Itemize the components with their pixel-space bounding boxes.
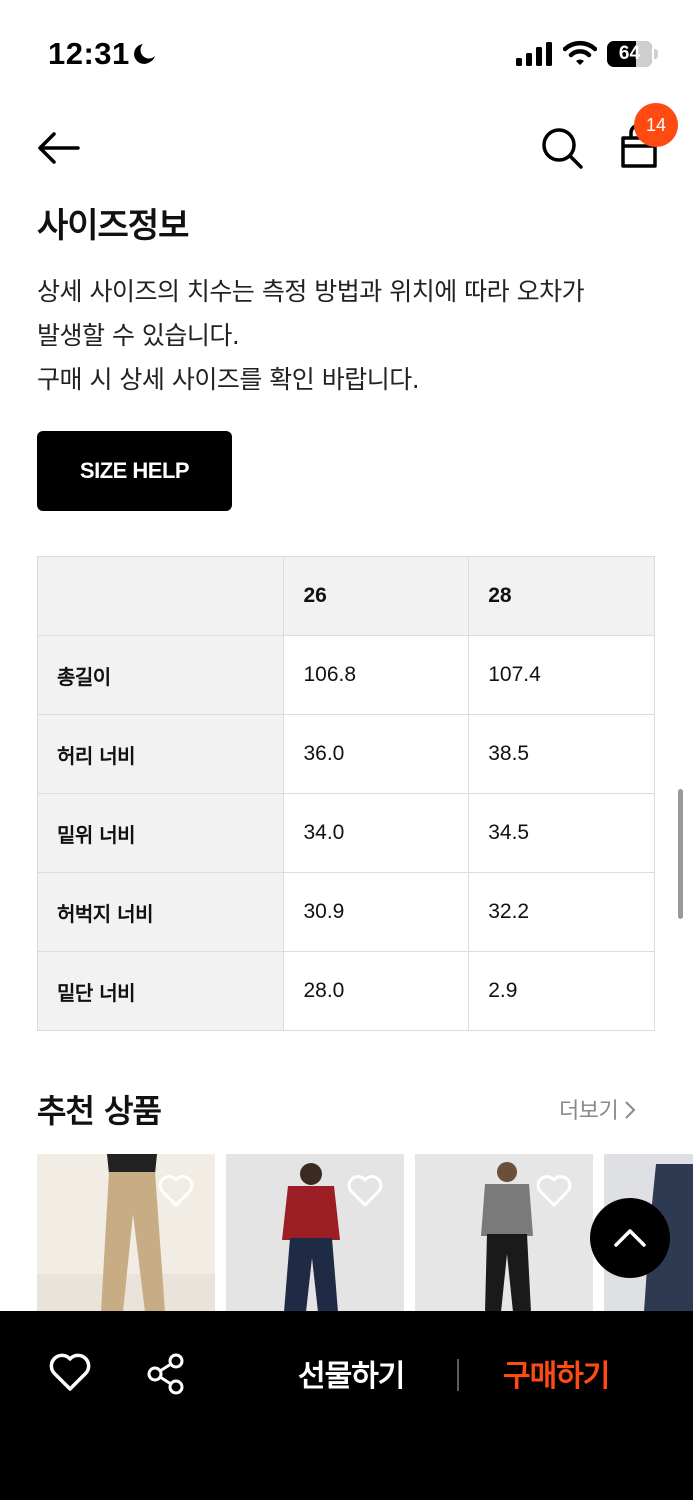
description-line: 구매 시 상세 사이즈를 확인 바랍니다. — [37, 365, 420, 394]
table-row: 밑단 너비 28.0 2.9 — [36, 951, 655, 1031]
size-table: 26 28 총길이 106.8 107.4 허리 너비 36.0 38.5 밑위… — [36, 556, 655, 1031]
divider — [457, 1359, 459, 1391]
heart-icon[interactable] — [535, 1174, 573, 1208]
product-card[interactable] — [415, 1154, 593, 1312]
table-cell: 36.0 — [283, 714, 470, 794]
search-button[interactable] — [538, 124, 586, 172]
table-cell: 32.2 — [468, 872, 655, 952]
battery-icon: 64 — [607, 41, 658, 67]
table-row: 허벅지 너비 30.9 32.2 — [36, 872, 655, 952]
table-header-row: 26 28 — [36, 556, 655, 636]
signal-icon — [516, 42, 552, 66]
table-header-cell: 28 — [468, 556, 655, 636]
table-header-cell — [36, 556, 285, 636]
battery-level: 64 — [618, 43, 641, 64]
status-bar: 12:31 64 — [0, 0, 693, 100]
table-row-label: 허벅지 너비 — [36, 872, 285, 952]
table-header-cell: 26 — [283, 556, 470, 636]
table-row-label: 총길이 — [36, 635, 285, 715]
table-cell: 38.5 — [468, 714, 655, 794]
cart-count-badge: 14 — [634, 103, 678, 147]
heart-icon[interactable] — [346, 1174, 384, 1208]
more-link[interactable]: 더보기 — [559, 1093, 636, 1125]
table-row-label: 밑위 너비 — [36, 793, 285, 873]
back-button[interactable] — [34, 128, 84, 168]
table-cell: 34.5 — [468, 793, 655, 873]
product-card[interactable] — [37, 1154, 215, 1312]
back-arrow-icon — [38, 132, 80, 164]
bottom-action-bar — [0, 1311, 693, 1500]
buy-button[interactable]: 구매하기 — [503, 1351, 610, 1395]
table-row: 허리 너비 36.0 38.5 — [36, 714, 655, 794]
table-cell: 30.9 — [283, 872, 470, 952]
description-line: 상세 사이즈의 치수는 측정 방법과 위치에 따라 오차가 — [37, 277, 585, 306]
size-info-description: 상세 사이즈의 치수는 측정 방법과 위치에 따라 오차가 발생할 수 있습니다… — [37, 270, 667, 402]
table-cell: 106.8 — [283, 635, 470, 715]
table-cell: 107.4 — [468, 635, 655, 715]
size-help-button[interactable]: SIZE HELP — [37, 431, 232, 511]
table-row-label: 허리 너비 — [36, 714, 285, 794]
share-icon — [147, 1353, 184, 1395]
gift-button[interactable]: 선물하기 — [298, 1351, 405, 1395]
description-line: 발생할 수 있습니다. — [37, 321, 240, 350]
size-info-title: 사이즈정보 — [37, 206, 189, 246]
moon-icon — [134, 44, 155, 64]
search-icon — [542, 128, 583, 169]
table-cell: 28.0 — [283, 951, 470, 1031]
table-cell: 34.0 — [283, 793, 470, 873]
product-card[interactable] — [226, 1154, 404, 1312]
like-button[interactable] — [48, 1353, 92, 1397]
table-row: 총길이 106.8 107.4 — [36, 635, 655, 715]
wifi-icon — [563, 40, 597, 65]
chevron-right-icon — [625, 1101, 636, 1119]
scroll-indicator[interactable] — [678, 789, 683, 919]
share-button[interactable] — [144, 1352, 188, 1396]
table-cell: 2.9 — [468, 951, 655, 1031]
status-time: 12:31 — [48, 36, 130, 71]
heart-icon[interactable] — [157, 1174, 195, 1208]
heart-icon — [49, 1353, 91, 1391]
chevron-up-icon — [614, 1229, 646, 1247]
scroll-to-top-button[interactable] — [590, 1198, 670, 1278]
table-row: 밑위 너비 34.0 34.5 — [36, 793, 655, 873]
table-row-label: 밑단 너비 — [36, 951, 285, 1031]
more-label: 더보기 — [559, 1099, 619, 1124]
recommended-title: 추천 상품 — [37, 1092, 162, 1130]
